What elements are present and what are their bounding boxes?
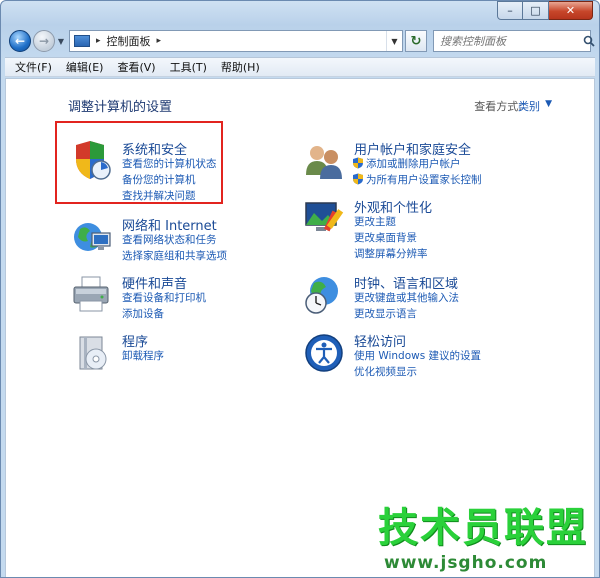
clock-globe-icon[interactable] <box>302 273 346 317</box>
breadcrumb-separator-icon[interactable]: ▸ <box>96 36 101 46</box>
address-bar[interactable]: ▸ 控制面板 ▸ ▼ <box>69 30 403 52</box>
menu-edit[interactable]: 编辑(E) <box>66 59 104 75</box>
network-globe-icon[interactable] <box>70 215 114 259</box>
category-link[interactable]: 添加设备 <box>122 306 164 321</box>
refresh-icon: ↻ <box>410 33 422 49</box>
category-link[interactable]: 更改桌面背景 <box>354 230 417 245</box>
control-panel-window: – □ ✕ ← → ▼ ▸ 控制面板 ▸ ▼ ↻ 文件(F) 编辑(E) 查看(… <box>0 0 600 578</box>
category-ease-of-access: 轻松访问 使用 Windows 建议的设置 优化视频显示 <box>302 329 542 379</box>
menu-view[interactable]: 查看(V) <box>117 59 155 75</box>
category-appearance: 外观和个性化 更改主题 更改桌面背景 调整屏幕分辨率 <box>302 195 542 263</box>
forward-button[interactable]: → <box>33 30 55 52</box>
category-link[interactable]: 选择家庭组和共享选项 <box>122 248 227 263</box>
uac-shield-icon <box>352 173 364 185</box>
breadcrumb-control-panel[interactable]: 控制面板 <box>107 33 151 49</box>
search-input[interactable] <box>434 34 583 48</box>
category-hardware-sound: 硬件和声音 查看设备和打印机 添加设备 <box>70 271 270 321</box>
category-link[interactable]: 卸载程序 <box>122 348 164 363</box>
menu-tools[interactable]: 工具(T) <box>170 59 207 75</box>
search-box[interactable] <box>433 30 595 52</box>
category-clock-region: 时钟、语言和区域 更改键盘或其他输入法 更改显示语言 <box>302 271 542 321</box>
link-text[interactable]: 为所有用户设置家长控制 <box>366 174 482 186</box>
menu-bar: 文件(F) 编辑(E) 查看(V) 工具(T) 帮助(H) <box>5 57 595 77</box>
personalization-monitor-icon[interactable] <box>302 197 346 241</box>
category-link[interactable]: 更改主题 <box>354 214 396 229</box>
search-icon[interactable] <box>583 35 595 47</box>
category-link[interactable]: 查看网络状态和任务 <box>122 232 217 247</box>
minimize-button[interactable]: – <box>497 1 523 20</box>
control-panel-icon <box>74 35 90 47</box>
view-by-label: 查看方式: <box>474 100 522 113</box>
view-by-dropdown[interactable]: 类别 <box>518 98 540 114</box>
breadcrumb-chevron-icon[interactable]: ▸ <box>157 36 162 46</box>
category-link[interactable]: 添加或删除用户帐户 <box>352 156 461 171</box>
close-button[interactable]: ✕ <box>549 1 593 20</box>
content-area: 调整计算机的设置 查看方式: 类别 ▼ 系统和安全 查看您的计算机状态 备份您的… <box>5 78 595 577</box>
view-by-chevron-icon[interactable]: ▼ <box>545 99 552 109</box>
menu-help[interactable]: 帮助(H) <box>221 59 260 75</box>
page-title: 调整计算机的设置 <box>68 100 173 115</box>
category-link[interactable]: 更改键盘或其他输入法 <box>354 290 459 305</box>
category-user-accounts: 用户帐户和家庭安全 添加或删除用户帐户 为所有用户设置家长控制 <box>302 137 542 189</box>
maximize-button[interactable]: □ <box>523 1 549 20</box>
ease-of-access-icon[interactable] <box>302 331 346 375</box>
refresh-button[interactable]: ↻ <box>405 30 427 52</box>
category-link[interactable]: 优化视频显示 <box>354 364 417 379</box>
navigation-bar: ← → ▼ ▸ 控制面板 ▸ ▼ ↻ <box>9 29 595 53</box>
link-text[interactable]: 添加或删除用户帐户 <box>366 158 461 170</box>
category-link[interactable]: 查看设备和打印机 <box>122 290 206 305</box>
category-link[interactable]: 使用 Windows 建议的设置 <box>354 348 481 363</box>
category-link[interactable]: 更改显示语言 <box>354 306 417 321</box>
address-dropdown-icon[interactable]: ▼ <box>386 31 402 51</box>
programs-disc-box-icon[interactable] <box>70 331 114 375</box>
menu-file[interactable]: 文件(F) <box>15 59 52 75</box>
category-programs: 程序 卸载程序 <box>70 329 270 370</box>
watermark-url: www.jsgho.com <box>384 553 548 573</box>
watermark-text: 技术员联盟 <box>378 505 588 551</box>
users-icon[interactable] <box>302 139 346 183</box>
recent-pages-dropdown[interactable]: ▼ <box>55 37 67 46</box>
category-link[interactable]: 调整屏幕分辨率 <box>354 246 428 261</box>
category-network-internet: 网络和 Internet 查看网络状态和任务 选择家庭组和共享选项 <box>70 213 270 263</box>
category-link[interactable]: 为所有用户设置家长控制 <box>352 172 482 187</box>
caption-buttons: – □ ✕ <box>497 1 593 20</box>
highlight-box <box>55 121 223 204</box>
printer-icon[interactable] <box>70 273 114 317</box>
uac-shield-icon <box>352 157 364 169</box>
back-button[interactable]: ← <box>9 30 31 52</box>
